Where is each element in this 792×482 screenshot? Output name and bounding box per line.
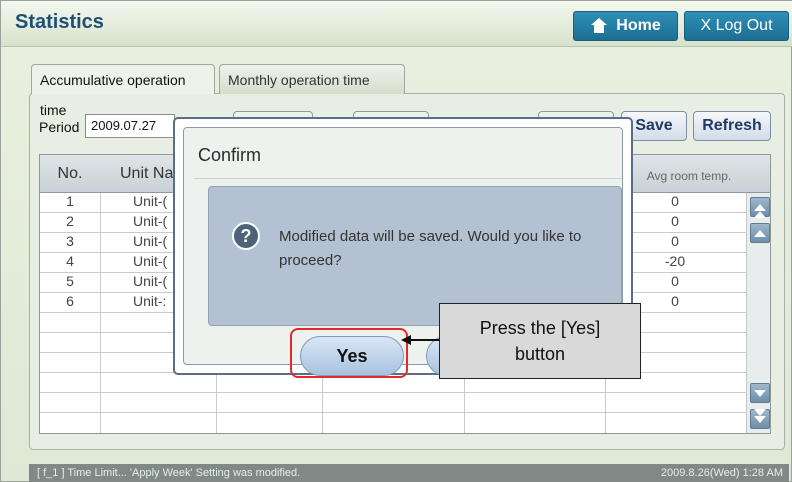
header-bar: Statistics Home X Log Out [1,1,792,47]
tab-label: Monthly operation time [228,72,370,88]
question-icon: ? [232,222,260,250]
callout-arrowhead-icon [401,335,411,345]
column-header-avg-room-temp: Avg room temp. [646,169,732,183]
dialog-divider [194,178,622,179]
logout-label: X Log Out [700,17,773,34]
cell-no: 3 [66,233,74,249]
yes-label: Yes [336,345,368,366]
dialog-title: Confirm [198,145,262,165]
refresh-label: Refresh [702,117,762,134]
cell-no: 5 [66,273,74,289]
callout-text-line1: Press the [Yes] [479,318,601,338]
cell-no: 6 [66,293,74,309]
table-row [40,393,746,413]
cell-no: 2 [66,213,74,229]
page-title: Statistics [15,11,104,33]
cell-no: 4 [66,253,74,269]
logout-button[interactable]: X Log Out [684,11,789,41]
save-label: Save [635,117,673,134]
double-chevron-up-icon [754,203,766,218]
scroll-top-button[interactable] [750,197,770,218]
double-chevron-down-icon [754,408,766,423]
period-label: Period [39,119,80,135]
table-scrollbar[interactable] [746,193,770,433]
scroll-bottom-button[interactable] [750,408,770,429]
home-button[interactable]: Home [573,11,678,41]
status-message: [ f_1 ] Time Limit... 'Apply Week' Setti… [37,467,301,479]
tab-accumulative-operation-time[interactable]: Accumulative operation time [31,64,215,118]
home-label: Home [616,17,661,34]
callout-text-line2: button [514,344,566,364]
chevron-down-icon [754,389,766,397]
cell-no: 1 [66,193,74,209]
scroll-down-button[interactable] [750,383,770,403]
status-bar: [ f_1 ] Time Limit... 'Apply Week' Setti… [29,464,789,482]
instruction-callout: Press the [Yes] button [439,303,641,379]
period-field[interactable]: 2009.07.27 [85,114,175,138]
yes-button[interactable]: Yes [300,336,404,376]
home-icon [590,18,608,34]
tab-monthly-operation-time[interactable]: Monthly operation time [219,64,405,94]
scroll-up-button[interactable] [750,223,770,243]
refresh-button[interactable]: Refresh [693,111,771,141]
chevron-up-icon [754,229,766,237]
column-header-no: No. [57,165,83,182]
status-timestamp: 2009.8.26(Wed) 1:28 AM [660,467,783,479]
dialog-message: Modified data will be saved. Would you l… [279,228,582,269]
application-window: Statistics Home X Log Out Accumulative o… [0,0,792,482]
